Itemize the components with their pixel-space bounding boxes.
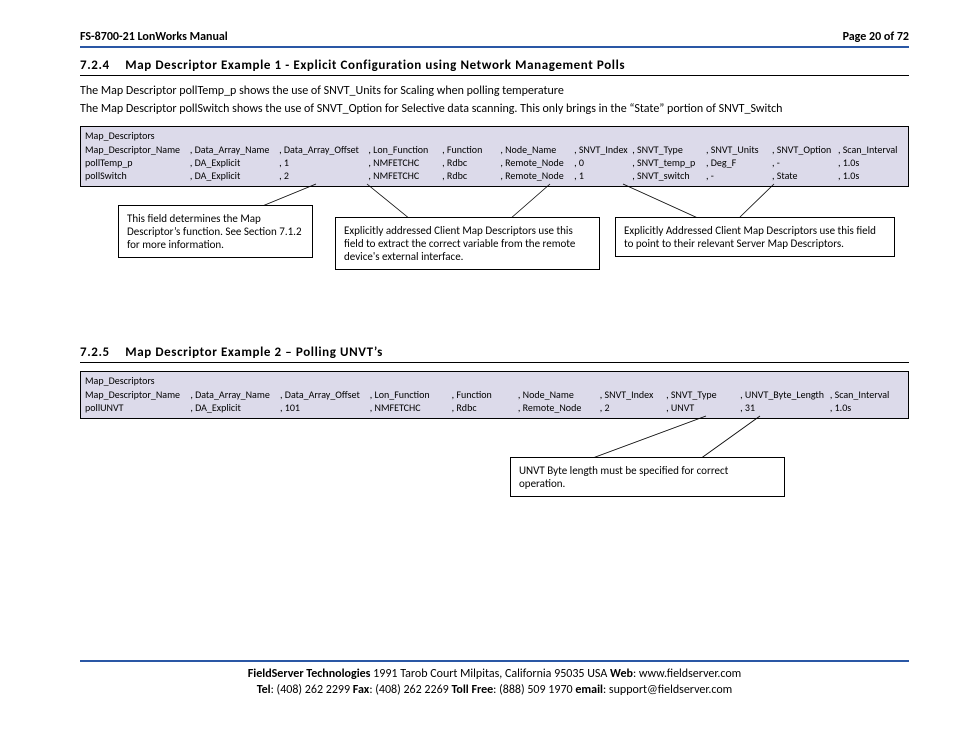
table-cell: , Remote_Node: [500, 156, 574, 169]
table-heading: Map_Descriptors: [85, 374, 904, 387]
table-cell: , UNVT: [666, 401, 740, 414]
table-cell: , 2: [279, 169, 368, 182]
callout-box: Explicitly addressed Client Map Descript…: [335, 217, 600, 270]
section-title-724: 7.2.4 Map Descriptor Example 1 - Explici…: [80, 58, 909, 76]
table-cell: , 2: [600, 401, 666, 414]
table-cell: , Remote_Node: [500, 169, 574, 182]
table-cell: pollTemp_p: [85, 156, 190, 169]
table-cell: , 1.0s: [830, 401, 904, 414]
table-column-header: , UNVT_Byte_Length: [740, 388, 830, 401]
paragraph: The Map Descriptor pollSwitch shows the …: [80, 102, 909, 116]
table-column-header: , Function: [452, 388, 518, 401]
table-cell: , 1: [574, 169, 632, 182]
footer-tel-label: Tel: [257, 683, 271, 697]
footer-tel: : (408) 262 2299: [271, 683, 353, 697]
footer-email: : support@fieldserver.com: [603, 683, 732, 697]
table-cell: , NMFETCHC: [368, 156, 442, 169]
table-column-header: , Lon_Function: [370, 388, 452, 401]
table-cell: , 0: [574, 156, 632, 169]
footer-fax-label: Fax: [353, 683, 370, 697]
table-column-header: , Scan_Interval: [838, 143, 904, 156]
table-column-header: , Node_Name: [518, 388, 600, 401]
table-column-header: , SNVT_Units: [706, 143, 772, 156]
table-column-header: , SNVT_Type: [666, 388, 740, 401]
table-cell: , DA_Explicit: [190, 156, 279, 169]
footer-fax: : (408) 262 2269: [369, 683, 451, 697]
header-rule: [80, 46, 909, 48]
section-number: 7.2.4: [80, 58, 110, 73]
table-column-header: , Lon_Function: [368, 143, 442, 156]
footer-web-label: Web: [610, 667, 633, 681]
callout-box: This field determines the Map Descriptor…: [118, 205, 313, 258]
table-column-header: , Data_Array_Name: [190, 143, 279, 156]
table-row: pollUNVT, DA_Explicit, 101, NMFETCHC, Rd…: [85, 401, 904, 414]
page-number: Page 20 of 72: [843, 30, 909, 44]
table-cell: , -: [706, 169, 772, 182]
callout-arrows-2: [80, 419, 910, 509]
table-column-header: , Data_Array_Name: [190, 388, 280, 401]
footer-web: : www.fieldserver.com: [633, 667, 741, 681]
table-cell: , 1: [279, 156, 368, 169]
table-cell: , 1.0s: [838, 169, 904, 182]
map-descriptors-table-2: Map_Descriptors Map_Descriptor_Name, Dat…: [80, 371, 909, 419]
table-cell: , DA_Explicit: [190, 401, 280, 414]
doc-title: FS-8700-21 LonWorks Manual: [80, 30, 228, 44]
footer-company: FieldServer Technologies: [248, 667, 371, 681]
table-cell: pollUNVT: [85, 401, 190, 414]
table-column-header: , SNVT_Index: [574, 143, 632, 156]
table-cell: , Remote_Node: [518, 401, 600, 414]
table-cell: , Rdbc: [442, 169, 500, 182]
table-cell: , Rdbc: [452, 401, 518, 414]
table-cell: , -: [772, 156, 838, 169]
table-cell: pollSwitch: [85, 169, 190, 182]
callout-box: UNVT Byte length must be specified for c…: [510, 457, 785, 497]
page-footer: FieldServer Technologies 1991 Tarob Cour…: [80, 660, 909, 698]
section-title-725: 7.2.5 Map Descriptor Example 2 – Polling…: [80, 345, 909, 363]
paragraph: The Map Descriptor pollTemp_p shows the …: [80, 84, 909, 98]
table-column-header: , Data_Array_Offset: [279, 143, 368, 156]
table-cell: , Rdbc: [442, 156, 500, 169]
map-descriptors-table-1: Map_Descriptors Map_Descriptor_Name, Dat…: [80, 126, 909, 187]
table-row: pollSwitch, DA_Explicit, 2, NMFETCHC, Rd…: [85, 169, 904, 182]
footer-tollfree: : (888) 509 1970: [493, 683, 575, 697]
table-row: pollTemp_p, DA_Explicit, 1, NMFETCHC, Rd…: [85, 156, 904, 169]
table-column-header: , Data_Array_Offset: [280, 388, 370, 401]
table-cell: , SNVT_temp_p: [632, 156, 706, 169]
table-cell: , NMFETCHC: [368, 169, 442, 182]
table-cell: , 31: [740, 401, 830, 414]
table-column-header: , SNVT_Option: [772, 143, 838, 156]
table-cell: , SNVT_switch: [632, 169, 706, 182]
table-column-header: , Node_Name: [500, 143, 574, 156]
table-column-header: , SNVT_Index: [600, 388, 666, 401]
table-column-header: , Scan_Interval: [830, 388, 904, 401]
footer-address: 1991 Tarob Court Milpitas, California 95…: [370, 667, 610, 681]
table-cell: , Deg_F: [706, 156, 772, 169]
table-column-header: Map_Descriptor_Name: [85, 388, 190, 401]
table-cell: , 101: [280, 401, 370, 414]
section-heading: Map Descriptor Example 1 - Explicit Conf…: [125, 58, 625, 73]
footer-tollfree-label: Toll Free: [451, 683, 493, 697]
table-column-header: , Function: [442, 143, 500, 156]
table-cell: , State: [772, 169, 838, 182]
callout-box: Explicitly Addressed Client Map Descript…: [615, 217, 895, 257]
table-cell: , NMFETCHC: [370, 401, 452, 414]
table-cell: , 1.0s: [838, 156, 904, 169]
table-cell: , DA_Explicit: [190, 169, 279, 182]
section-heading: Map Descriptor Example 2 – Polling UNVT’…: [125, 345, 383, 360]
table-column-header: , SNVT_Type: [632, 143, 706, 156]
footer-email-label: email: [575, 683, 603, 697]
table-column-header: Map_Descriptor_Name: [85, 143, 190, 156]
section-number: 7.2.5: [80, 345, 110, 360]
table-heading: Map_Descriptors: [85, 129, 904, 142]
